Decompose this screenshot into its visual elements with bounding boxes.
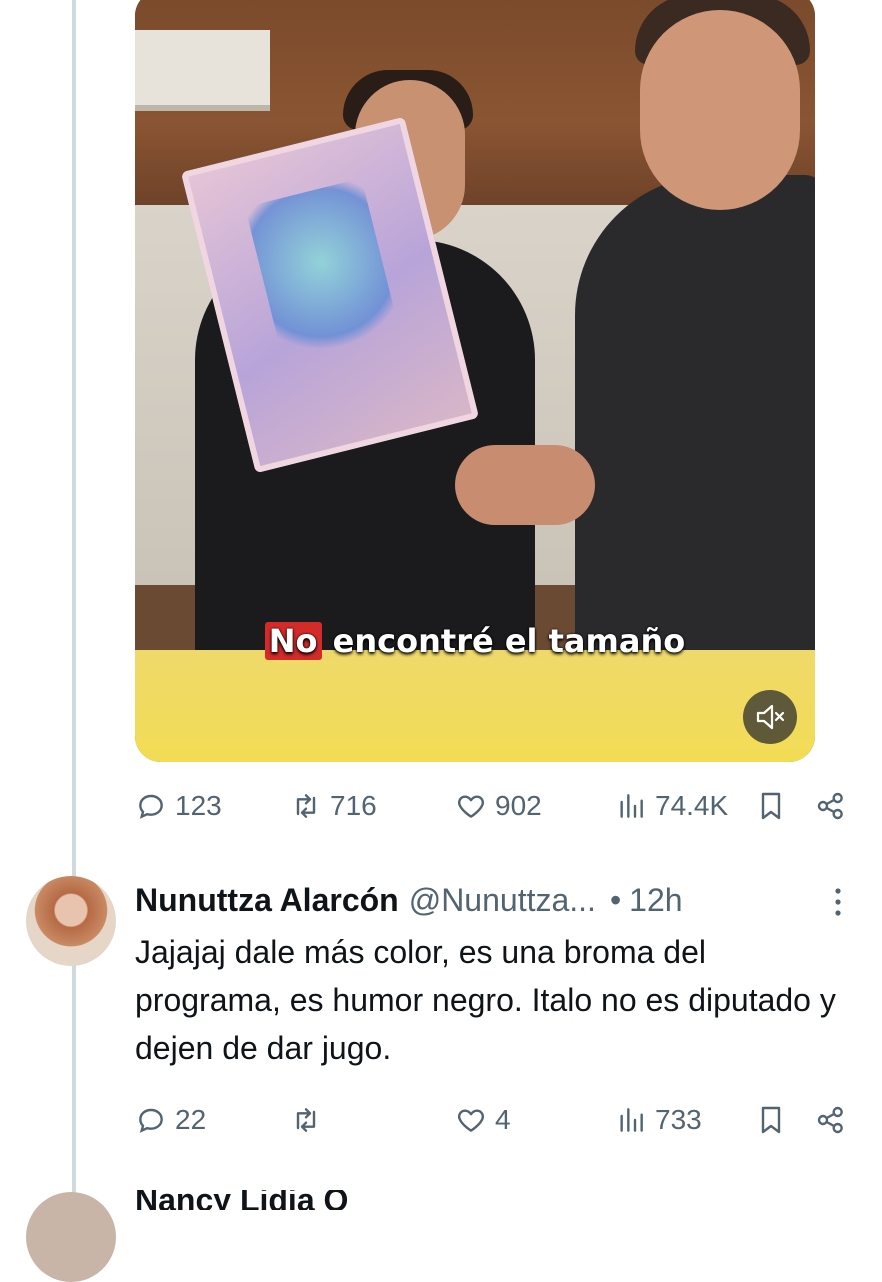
repost-icon [296,794,316,818]
reply-icon [139,1108,163,1133]
next-reply-header: Nancy Lidia Q [135,1190,435,1210]
like-count: 4 [495,1104,511,1135]
share-icon [817,792,843,820]
reply-header: Nunuttza Alarcón @Nunuttza... • 12h [135,876,875,924]
repost-icon [296,1108,316,1132]
more-icon [835,888,841,916]
reply-text: Jajajaj dale más color, es una broma del… [135,934,836,1066]
more-options-button[interactable] [828,884,848,920]
caption-highlight: No [264,622,322,660]
share-button[interactable] [815,786,847,826]
bookmark-button[interactable] [755,1100,787,1140]
reply-icon [139,794,163,819]
like-count: 902 [495,790,542,821]
mute-icon [756,704,785,730]
post-time[interactable]: 12h [629,882,682,919]
heart-icon [458,1109,484,1132]
thread-line [72,0,76,1200]
video-player[interactable]: No encontré el tamaño [135,0,815,762]
views-button[interactable]: 733 [615,1100,702,1140]
views-button[interactable]: 74.4K [615,786,728,826]
views-icon [620,1108,643,1132]
repost-button[interactable] [290,1100,330,1140]
views-icon [620,794,643,818]
bookmark-icon [761,1106,781,1134]
share-button[interactable] [815,1100,847,1140]
bookmark-icon [761,792,781,820]
reply-count: 123 [175,790,222,821]
reply-button[interactable]: 22 [135,1100,206,1140]
mute-button[interactable] [743,690,797,744]
share-icon [817,1106,843,1134]
view-count: 74.4K [655,790,729,821]
heart-icon [458,795,484,818]
view-count: 733 [655,1104,702,1135]
tweet-actions: 123 716 902 74.4K [135,786,855,826]
avatar[interactable] [26,876,116,966]
video-caption: No encontré el tamaño [135,622,815,660]
separator-dot: • [609,881,622,918]
reply-actions: 22 4 733 [135,1100,855,1140]
reply-count: 22 [175,1104,207,1135]
author-name[interactable]: Nunuttza Alarcón [135,882,399,919]
repost-button[interactable]: 716 [290,786,377,826]
repost-count: 716 [330,790,377,821]
like-button[interactable]: 902 [455,786,542,826]
like-button[interactable]: 4 [455,1100,511,1140]
bookmark-button[interactable] [755,786,787,826]
reply-button[interactable]: 123 [135,786,222,826]
author-handle[interactable]: @Nunuttza... [409,882,596,919]
next-author-name[interactable]: Nancy Lidia Q [135,1190,435,1210]
next-avatar[interactable] [26,1192,116,1282]
caption-text: encontré el tamaño [321,622,686,660]
